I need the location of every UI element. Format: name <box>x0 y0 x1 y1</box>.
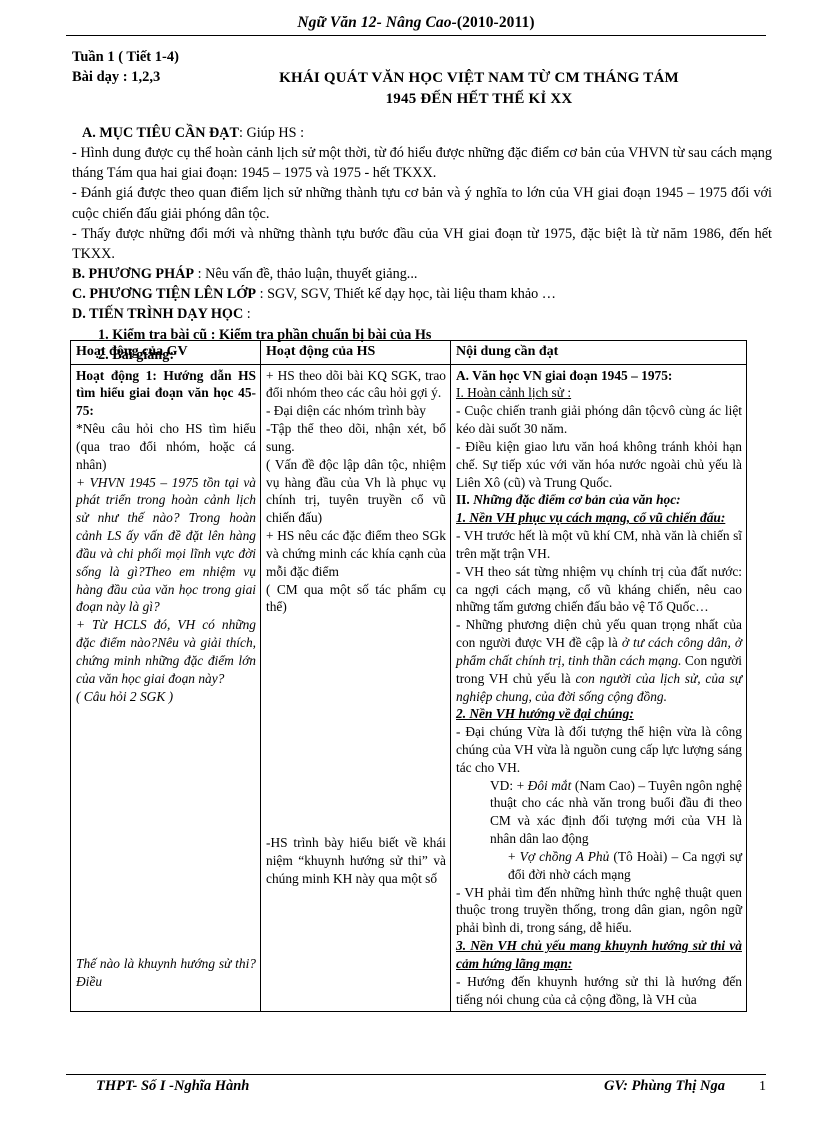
document-page: Ngữ Văn 12- Nâng Cao-(2010-2011) Tuần 1 … <box>0 0 816 1123</box>
lesson-title: KHÁI QUÁT VĂN HỌC VIỆT NAM TỪ CM THÁNG T… <box>232 68 766 109</box>
lesson-title-spacer <box>232 48 766 68</box>
footer-page-number: 1 <box>759 1079 766 1094</box>
activity-title: Hoạt động 1: Hướng dẫn HS tìm hiểu giai … <box>76 367 256 419</box>
content-section-1-heading: I. Hoàn cảnh lịch sử : <box>456 385 572 401</box>
column-header-hs: Hoạt động của HS <box>260 340 451 365</box>
content-sub1-heading: 1. Nền VH phục vụ cách mạng, cổ vũ chiến… <box>456 510 726 526</box>
teacher-question-1: + VHVN 1945 – 1975 tồn tại và phát triển… <box>76 474 256 615</box>
content-sub3-heading: 3. Nền VH chủ yếu mang khuynh hướng sử t… <box>456 938 742 971</box>
column-header-gv: Hoạt động của GV <box>70 340 261 365</box>
table-header-row: Hoạt động của GV Hoạt động của HS Nội du… <box>70 340 747 365</box>
content-paragraph: - VH phải tìm đến những hình thức nghệ t… <box>456 884 742 936</box>
lesson-title-line2: 1945 ĐẾN HẾT THẾ KỈ XX <box>385 90 573 107</box>
content-example-1: VD: + Đôi mắt (Nam Cao) – Tuyên ngôn ngh… <box>490 777 742 847</box>
column-header-content: Nội dung cần đạt <box>450 340 747 365</box>
week-label: Tuần 1 ( Tiết 1-4) <box>72 49 179 65</box>
objective-item: - Hình dung được cụ thể hoàn cảnh lịch s… <box>72 145 772 182</box>
student-step: -Tập thể theo dõi, nhận xét, bổ sung. <box>266 421 446 454</box>
header-divider <box>66 35 766 36</box>
lesson-label: Bài dạy : 1,2,3 <box>72 69 161 86</box>
cell-spacer <box>266 616 446 834</box>
content-paragraph: - Những phương diện chủ yếu quan trọng n… <box>456 617 743 704</box>
teacher-question-2: + Từ HCLS đó, VH có những đặc điểm nào?N… <box>76 617 256 686</box>
teacher-question-3: Thế nào là khuynh hướng sử thi? Điều <box>76 956 256 990</box>
lesson-preamble: A. MỤC TIÊU CẦN ĐẠT: Giúp HS : - Hình du… <box>72 123 772 365</box>
meta-row-lesson: Bài dạy : 1,2,3 KHÁI QUÁT VĂN HỌC VIỆT N… <box>72 68 766 109</box>
student-step: + HS nêu các đặc điểm theo SGk và chứng … <box>266 528 446 579</box>
footer-school: THPT- Số I -Nghĩa Hành <box>96 1078 250 1094</box>
page-footer: THPT- Số I -Nghĩa Hành GV: Phùng Thị Nga… <box>66 1074 766 1095</box>
content-paragraph: - Hướng đến khuynh hướng sử thi là hướng… <box>456 973 742 1007</box>
lesson-plan-table: Hoạt động của GV Hoạt động của HS Nội du… <box>70 340 747 1013</box>
footer-teacher: GV: Phùng Thị Nga <box>604 1078 725 1094</box>
lesson-title-line1: KHÁI QUÁT VĂN HỌC VIỆT NAM TỪ CM THÁNG T… <box>279 70 679 87</box>
cell-spacer <box>76 705 256 955</box>
running-header-subject: Ngữ Văn 12- Nâng Cao- <box>297 14 457 31</box>
student-step: ( CM qua một số tác phẩm cụ thể) <box>266 581 446 615</box>
table-row: Hoạt động 1: Hướng dẫn HS tìm hiểu giai … <box>70 363 747 1013</box>
running-header-year: (2010-2011) <box>456 14 535 31</box>
student-step: + HS theo dõi bài KQ SGK, trao đổi nhóm … <box>266 367 446 401</box>
student-step: -HS trình bày hiểu biết về khái niệm “kh… <box>266 835 446 886</box>
student-step: ( Vấn đề độc lập dân tộc, nhiệm vụ hàng … <box>266 456 446 526</box>
objective-item: - Thấy được những đổi mới và những thành… <box>72 225 772 262</box>
teacher-question-ref: ( Câu hỏi 2 SGK ) <box>76 688 174 704</box>
content-example-2: + Vợ chồng A Phủ (Tô Hoài) – Ca ngợi sự … <box>508 848 743 882</box>
content-paragraph: - Cuộc chiến tranh giải phóng dân tộcvô … <box>456 403 742 437</box>
cell-student-activity: + HS theo dõi bài KQ SGK, trao đổi nhóm … <box>260 363 451 1013</box>
content-paragraph: - VH theo sát từng nhiệm vụ chính trị củ… <box>456 563 742 615</box>
content-paragraph: - Đại chúng Vừa là đối tượng thể hiện vừ… <box>456 724 742 775</box>
running-header: Ngữ Văn 12- Nâng Cao-(2010-2011) <box>66 14 766 36</box>
cell-required-content: A. Văn học VN giai đoạn 1945 – 1975: I. … <box>450 363 747 1013</box>
content-section-2-heading: II. Những đặc điểm cơ bản của văn học: <box>456 492 681 508</box>
student-step: - Đại diện các nhóm trình bày <box>266 403 426 419</box>
footer-divider <box>66 1074 766 1075</box>
meta-row-week: Tuần 1 ( Tiết 1-4) <box>72 48 766 68</box>
content-paragraph: - VH trước hết là một vũ khí CM, nhà văn… <box>456 528 742 561</box>
objectives-heading: A. MỤC TIÊU CẦN ĐẠT: Giúp HS : <box>82 125 305 141</box>
lesson-meta: Tuần 1 ( Tiết 1-4) Bài dạy : 1,2,3 KHÁI … <box>72 48 766 109</box>
content-part-a: A. Văn học VN giai đoạn 1945 – 1975: <box>456 367 673 383</box>
procedure-line: D. TIẾN TRÌNH DẠY HỌC : <box>72 306 251 323</box>
content-sub2-heading: 2. Nền VH hướng về đại chúng: <box>456 706 634 722</box>
content-paragraph: - Điều kiện giao lưu văn hoá không tránh… <box>456 438 742 490</box>
running-header-title: Ngữ Văn 12- Nâng Cao-(2010-2011) <box>66 14 766 32</box>
teacher-note: *Nêu câu hỏi cho HS tìm hiểu (qua trao đ… <box>76 421 256 472</box>
means-line: C. PHƯƠNG TIỆN LÊN LỚP : SGV, SGV, Thiết… <box>72 286 556 303</box>
method-line: B. PHƯƠNG PHÁP : Nêu vấn đề, thảo luận, … <box>72 266 418 283</box>
cell-teacher-activity: Hoạt động 1: Hướng dẫn HS tìm hiểu giai … <box>70 363 261 1013</box>
objective-item: - Đánh giá được theo quan điểm lịch sử n… <box>72 185 772 222</box>
footer-row: THPT- Số I -Nghĩa Hành GV: Phùng Thị Nga… <box>66 1078 766 1095</box>
